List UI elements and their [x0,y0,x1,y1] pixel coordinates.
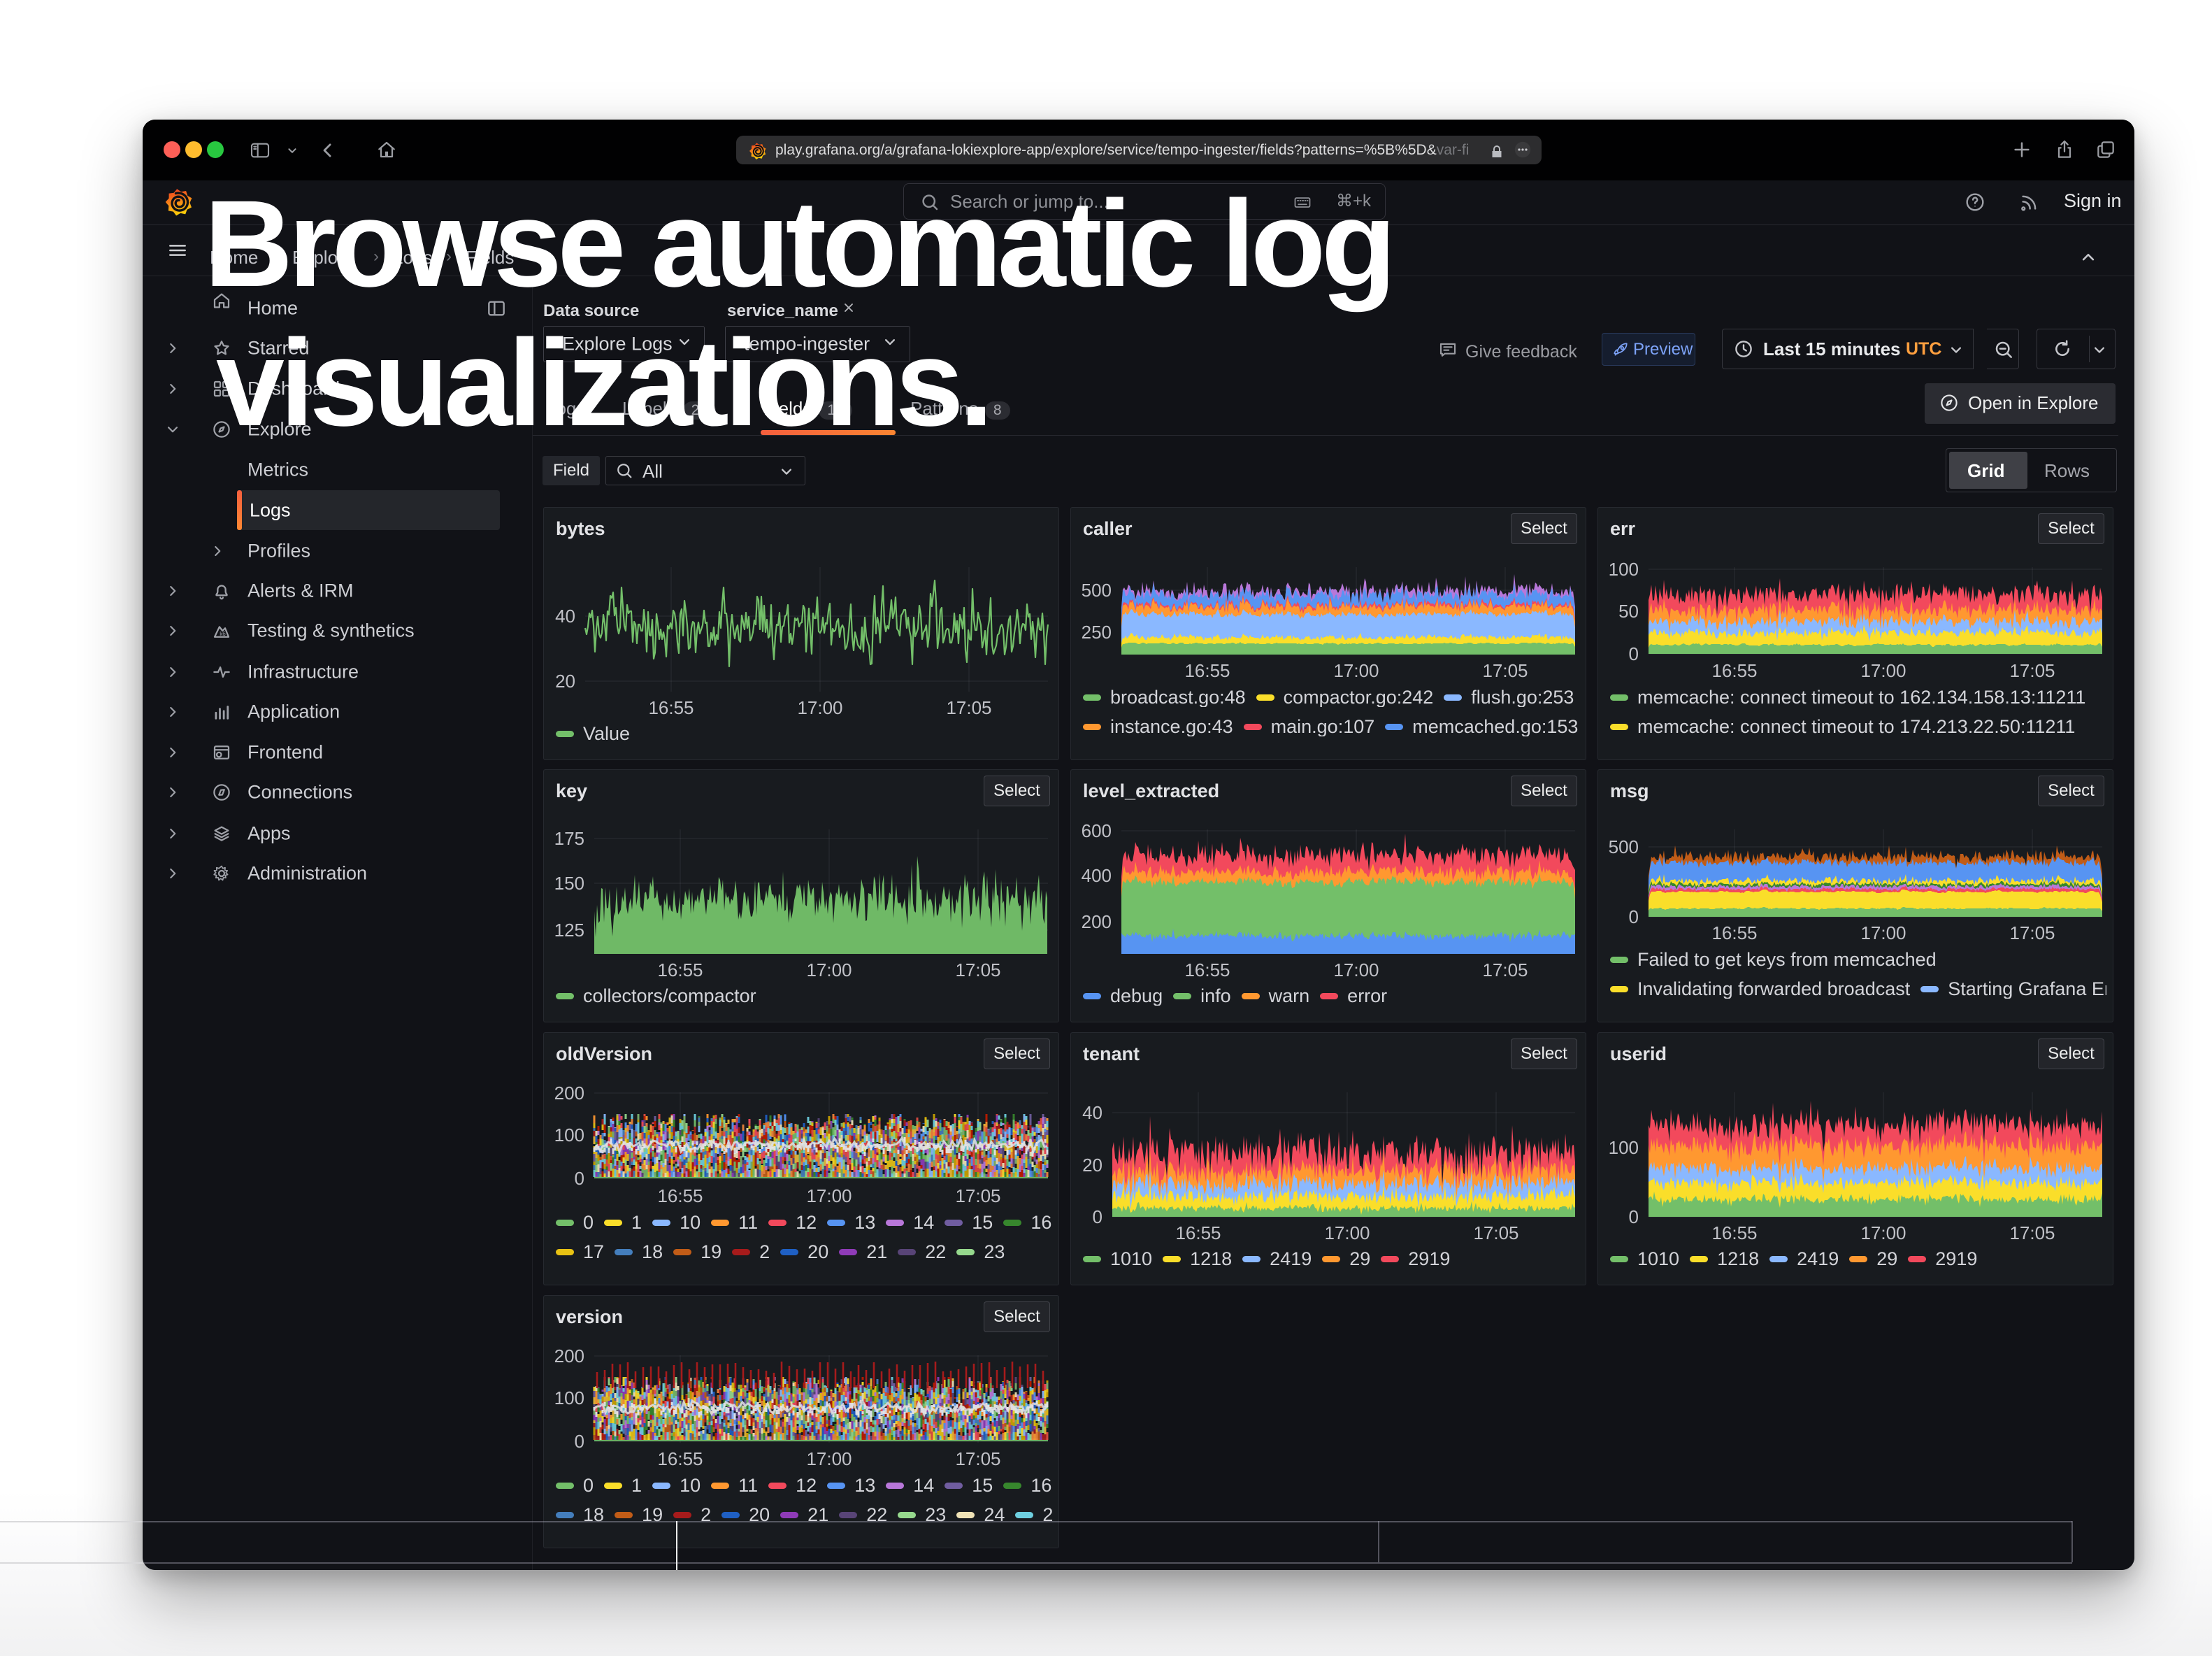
svg-text:16:55: 16:55 [657,959,703,980]
svg-text:17:00: 17:00 [1860,1222,1906,1243]
svg-text:17:05: 17:05 [1482,959,1528,980]
svg-text:20: 20 [555,671,575,692]
svg-text:16:55: 16:55 [1711,1222,1757,1243]
svg-text:17:05: 17:05 [955,1185,1000,1206]
svg-text:16:55: 16:55 [1184,660,1230,681]
svg-text:17:05: 17:05 [955,959,1000,980]
svg-text:50: 50 [1618,601,1639,622]
svg-text:16:55: 16:55 [1175,1222,1221,1243]
svg-text:17:00: 17:00 [806,959,852,980]
svg-text:125: 125 [554,920,584,941]
svg-text:200: 200 [554,1346,584,1366]
svg-text:100: 100 [1609,559,1639,580]
svg-text:400: 400 [1082,865,1112,886]
svg-text:17:00: 17:00 [1860,660,1906,681]
svg-text:500: 500 [1082,580,1112,601]
svg-text:20: 20 [1082,1155,1103,1176]
svg-text:17:05: 17:05 [946,697,991,718]
svg-text:175: 175 [554,828,584,849]
svg-text:600: 600 [1082,820,1112,841]
svg-text:40: 40 [555,606,575,627]
svg-text:16:55: 16:55 [1184,959,1230,980]
svg-text:100: 100 [1609,1137,1639,1158]
svg-text:17:05: 17:05 [955,1448,1000,1469]
svg-text:16:55: 16:55 [657,1185,703,1206]
svg-text:100: 100 [554,1387,584,1408]
svg-text:200: 200 [554,1083,584,1104]
svg-text:17:05: 17:05 [1473,1222,1518,1243]
svg-text:17:00: 17:00 [806,1185,852,1206]
svg-text:17:00: 17:00 [1333,660,1379,681]
svg-text:0: 0 [575,1168,584,1189]
svg-text:17:05: 17:05 [1482,660,1528,681]
svg-text:0: 0 [575,1431,584,1452]
svg-text:0: 0 [1629,1206,1639,1227]
svg-text:16:55: 16:55 [1711,922,1757,943]
svg-text:16:55: 16:55 [648,697,694,718]
svg-text:k6: k6 [220,631,226,637]
svg-text:200: 200 [1082,911,1112,932]
svg-text:17:05: 17:05 [2009,922,2055,943]
svg-text:17:00: 17:00 [1324,1222,1370,1243]
svg-text:17:00: 17:00 [797,697,842,718]
svg-text:0: 0 [1629,643,1639,664]
svg-text:500: 500 [1609,836,1639,857]
svg-text:17:00: 17:00 [1333,959,1379,980]
svg-text:0: 0 [1629,906,1639,927]
svg-text:250: 250 [1082,622,1112,643]
svg-text:150: 150 [554,873,584,894]
svg-text:17:05: 17:05 [2009,1222,2055,1243]
svg-text:17:00: 17:00 [1860,922,1906,943]
svg-text:17:00: 17:00 [806,1448,852,1469]
svg-text:40: 40 [1082,1102,1103,1123]
svg-text:17:05: 17:05 [2009,660,2055,681]
svg-text:16:55: 16:55 [657,1448,703,1469]
svg-text:16:55: 16:55 [1711,660,1757,681]
svg-text:100: 100 [554,1125,584,1145]
svg-text:0: 0 [1093,1206,1103,1227]
